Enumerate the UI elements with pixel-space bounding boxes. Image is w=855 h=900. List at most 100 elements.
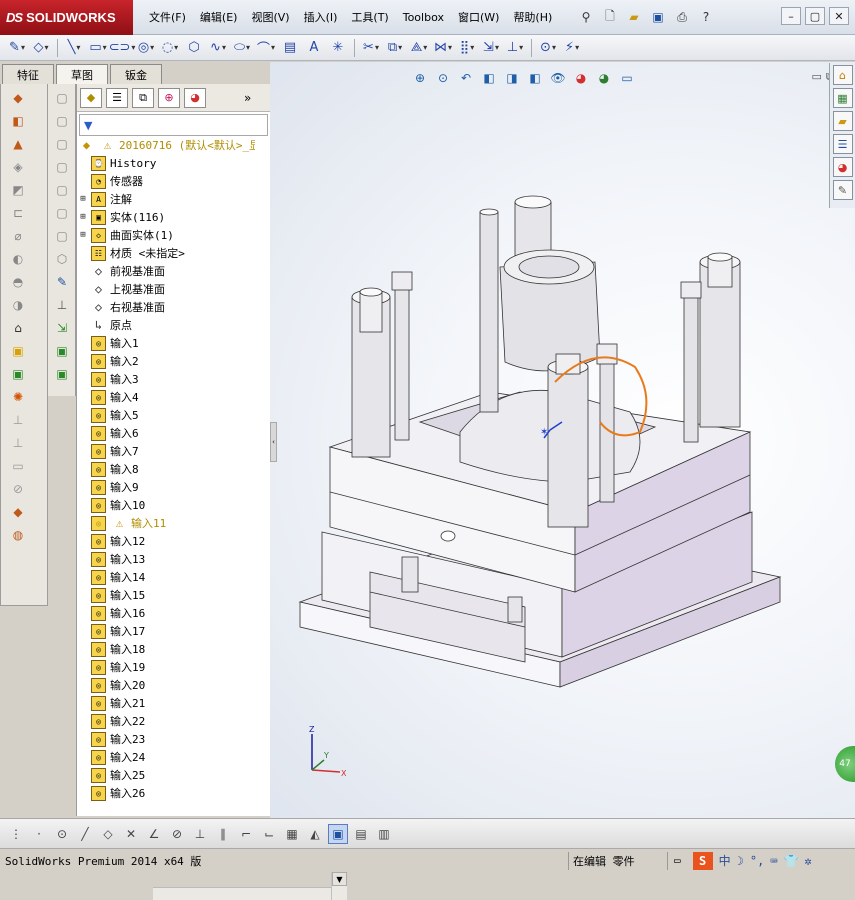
tree-item[interactable]: ◎ 输入23: [77, 730, 255, 748]
new-document-icon[interactable]: 🗋: [600, 7, 620, 27]
slot-icon[interactable]: ⊂⊃: [109, 37, 133, 59]
restore-icon[interactable]: ▢: [805, 7, 825, 25]
wrap-icon[interactable]: ▭: [9, 457, 27, 475]
parallel-snap-icon[interactable]: ∥: [213, 824, 233, 844]
tree-horizontal-scrollbar[interactable]: [153, 887, 331, 900]
arc-icon[interactable]: ◌: [159, 37, 181, 59]
view-palette-icon[interactable]: ☰: [832, 134, 853, 154]
mold-model-3d[interactable]: ✶: [270, 62, 855, 818]
tree-filter-field[interactable]: ▼: [79, 114, 268, 136]
tree-item[interactable]: ◎ 输入14: [77, 568, 255, 586]
display-manager-tab-icon[interactable]: ◕: [184, 87, 206, 108]
fillet-icon[interactable]: ⌒: [255, 37, 277, 59]
tree-item[interactable]: ◎ 输入2: [77, 352, 255, 370]
tree-item[interactable]: ◎ 输入1: [77, 334, 255, 352]
linear-pattern-icon[interactable]: ⣿: [456, 37, 478, 59]
horizontal-snap-icon[interactable]: ⌐: [236, 824, 256, 844]
revolved-cut-icon[interactable]: ◐: [9, 250, 27, 268]
tree-item[interactable]: ◎ 输入5: [77, 406, 255, 424]
shaded-view-icon[interactable]: ▣: [328, 823, 348, 844]
tree-item[interactable]: ☷ 材质 <未指定>: [77, 244, 255, 262]
point-icon[interactable]: ✳: [327, 37, 349, 59]
menu-insert[interactable]: 插入(I): [297, 9, 345, 27]
dimxpert-tab-icon[interactable]: ⊕: [158, 87, 180, 108]
design-library-icon[interactable]: ▦: [832, 88, 853, 108]
ime-tools-icon[interactable]: ✲: [805, 854, 812, 868]
ime-keyboard-icon[interactable]: ⌨: [770, 854, 777, 868]
mirror-icon[interactable]: ⋈: [432, 37, 454, 59]
trim-icon[interactable]: ✂: [360, 37, 382, 59]
tangent-snap-icon[interactable]: ⊘: [167, 824, 187, 844]
polygon-icon[interactable]: ⬡: [183, 37, 205, 59]
tree-item[interactable]: ◎ 输入25: [77, 766, 255, 784]
menu-help[interactable]: 帮助(H): [506, 9, 559, 27]
angle-snap-icon[interactable]: ◭: [305, 824, 325, 844]
tree-item[interactable]: ◎ 输入26: [77, 784, 255, 801]
split-icon[interactable]: ▣: [53, 365, 71, 383]
feature-tree-tab-icon[interactable]: ◆: [80, 87, 102, 108]
circular-pattern-icon[interactable]: ▢: [53, 112, 71, 130]
tree-item[interactable]: ◎ 输入6: [77, 424, 255, 442]
extruded-boss-icon[interactable]: ◆: [9, 89, 27, 107]
shell-icon[interactable]: ⊥: [9, 411, 27, 429]
tree-item[interactable]: ⊞ ◇ 曲面实体(1): [77, 226, 255, 244]
menu-toolbox[interactable]: Toolbox: [396, 9, 451, 27]
grid-snap-icon[interactable]: ▦: [282, 824, 302, 844]
move-entities-icon[interactable]: ⇲: [480, 37, 502, 59]
tree-item[interactable]: ◎ 输入20: [77, 676, 255, 694]
tree-item[interactable]: ◎ 输入17: [77, 622, 255, 640]
tree-item[interactable]: ⌚ History: [77, 154, 255, 172]
flex-icon[interactable]: ◍: [9, 526, 27, 544]
tree-item[interactable]: ◎ ⚠ 输入11: [77, 514, 255, 532]
menu-tools[interactable]: 工具(T): [344, 9, 395, 27]
configuration-manager-tab-icon[interactable]: ⧉: [132, 87, 154, 108]
appearances-icon[interactable]: ◕: [832, 157, 853, 177]
tree-item[interactable]: ◎ 输入3: [77, 370, 255, 388]
perpendicular-snap-icon[interactable]: ⊥: [190, 824, 210, 844]
boundary-boss-icon[interactable]: ◩: [9, 181, 27, 199]
dome-icon[interactable]: ⊘: [9, 480, 27, 498]
sogou-ime-logo[interactable]: S: [692, 851, 713, 870]
tree-item[interactable]: ⊞ A 注解: [77, 190, 255, 208]
solidworks-logo[interactable]: DS SOLIDWORKS: [0, 0, 133, 35]
expand-icon[interactable]: ⊞: [77, 190, 89, 208]
swept-cut-icon[interactable]: ◓: [9, 273, 27, 291]
curves-icon[interactable]: ✺: [9, 388, 27, 406]
menu-file[interactable]: 文件(F): [142, 9, 193, 27]
nearest-snap-icon[interactable]: ∠: [144, 824, 164, 844]
tree-item[interactable]: ◎ 输入19: [77, 658, 255, 676]
tree-item[interactable]: ◎ 输入9: [77, 478, 255, 496]
tree-item[interactable]: ◎ 输入21: [77, 694, 255, 712]
quick-snaps-icon[interactable]: ⚡: [561, 37, 583, 59]
property-manager-tab-icon[interactable]: ☰: [106, 87, 128, 108]
curve-pattern-icon[interactable]: ▢: [53, 158, 71, 176]
swept-boss-icon[interactable]: ▲: [9, 135, 27, 153]
close-icon[interactable]: ✕: [829, 7, 849, 25]
tree-item[interactable]: ◎ 输入16: [77, 604, 255, 622]
ime-skin-icon[interactable]: 👕: [784, 854, 799, 868]
ime-halfwidth-icon[interactable]: ☽: [737, 854, 744, 868]
ime-language-toggle[interactable]: 中: [719, 852, 731, 869]
convert-entities-icon[interactable]: ⧉: [384, 37, 406, 59]
tree-item[interactable]: ◇ 上视基准面: [77, 280, 255, 298]
rib-icon[interactable]: ⌂: [9, 319, 27, 337]
fill-pattern-icon[interactable]: ▢: [53, 227, 71, 245]
hidden-lines-icon[interactable]: ▤: [351, 824, 371, 844]
home-icon[interactable]: ⌂: [832, 65, 853, 85]
tree-item[interactable]: ◎ 输入13: [77, 550, 255, 568]
tree-item[interactable]: ↳ 原点: [77, 316, 255, 334]
expand-icon[interactable]: ⊞: [77, 226, 89, 244]
quick-relations-icon[interactable]: ⊥: [53, 296, 71, 314]
linear-pattern-feature-icon[interactable]: ▢: [53, 89, 71, 107]
mirror-feature-icon[interactable]: ▢: [53, 135, 71, 153]
rectangle-icon[interactable]: ▭: [87, 37, 109, 59]
tree-item[interactable]: ◎ 输入4: [77, 388, 255, 406]
variable-pattern-icon[interactable]: ⬡: [53, 250, 71, 268]
ellipse-icon[interactable]: ⬭: [231, 37, 253, 59]
extruded-cut-icon[interactable]: ⊏: [9, 204, 27, 222]
instant3d-icon[interactable]: ▣: [9, 342, 27, 360]
tree-item[interactable]: ◇ 前视基准面: [77, 262, 255, 280]
tree-item[interactable]: ◎ 输入12: [77, 532, 255, 550]
scroll-down-icon[interactable]: ▼: [332, 872, 347, 886]
open-folder-icon[interactable]: ▰: [624, 7, 644, 27]
